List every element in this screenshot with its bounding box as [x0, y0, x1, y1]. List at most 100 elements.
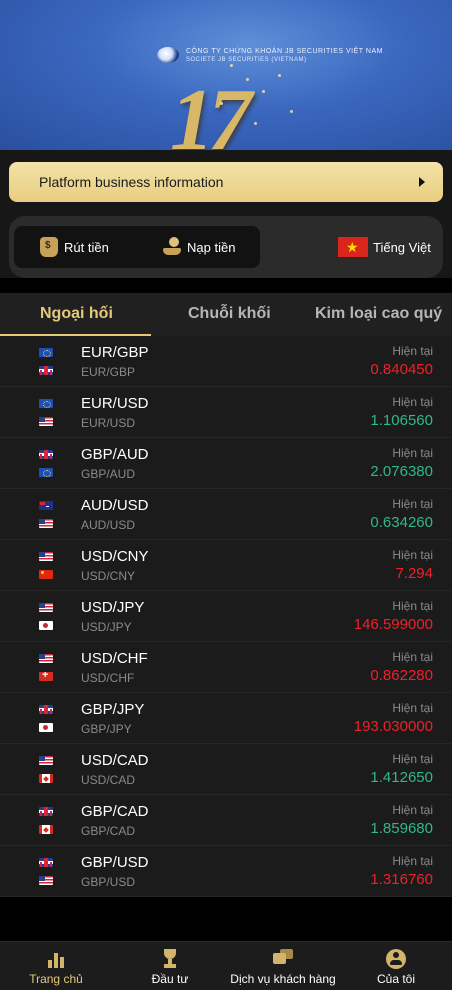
current-label: Hiện tại — [392, 497, 433, 511]
nav-customer-service-label: Dịch vụ khách hàng — [230, 972, 336, 986]
business-info-label: Platform business information — [39, 174, 224, 190]
nav-account[interactable]: Của tôi — [361, 942, 431, 990]
pair-subtitle: EUR/USD — [81, 416, 136, 430]
logo-line2: SOCIETE JB SECURITIES (VIETNAM) — [186, 57, 307, 63]
pair-price: 1.412650 — [370, 769, 433, 786]
pair-name: EUR/USD — [81, 395, 149, 412]
pair-price: 7.294 — [395, 565, 433, 582]
pair-name: USD/CNY — [81, 548, 149, 565]
user-icon — [386, 949, 406, 969]
nav-home[interactable]: Trang chủ — [21, 942, 91, 990]
withdraw-label: Rút tiền — [64, 239, 109, 255]
ch-flag-icon — [39, 672, 53, 681]
pair-subtitle: USD/JPY — [81, 620, 132, 634]
tab-blockchain[interactable]: Chuỗi khối — [188, 305, 271, 323]
current-label: Hiện tại — [392, 395, 433, 409]
current-label: Hiện tại — [392, 650, 433, 664]
current-label: Hiện tại — [392, 548, 433, 562]
pair-price: 2.076380 — [370, 463, 433, 480]
ca-flag-icon — [39, 774, 53, 783]
list-item[interactable]: USD/CAD USD/CAD Hiện tại 1.412650 — [0, 744, 452, 795]
us-flag-icon — [39, 552, 53, 561]
pair-name: EUR/GBP — [81, 344, 149, 361]
gb-flag-icon — [39, 858, 53, 867]
trophy-icon — [160, 949, 180, 969]
pair-name: AUD/USD — [81, 497, 149, 514]
gb-flag-icon — [39, 366, 53, 375]
pair-name: GBP/USD — [81, 854, 149, 871]
money-bag-icon — [40, 237, 58, 257]
jp-flag-icon — [39, 723, 53, 732]
pair-name: USD/CAD — [81, 752, 149, 769]
current-label: Hiện tại — [392, 599, 433, 613]
pair-price: 193.030000 — [353, 718, 433, 735]
pair-subtitle: AUD/USD — [81, 518, 136, 532]
nav-customer-service[interactable]: Dịch vụ khách hàng — [224, 942, 342, 990]
jp-flag-icon — [39, 621, 53, 630]
list-item[interactable]: GBP/AUD GBP/AUD Hiện tại 2.076380 — [0, 438, 452, 489]
gb-flag-icon — [39, 450, 53, 459]
list-item[interactable]: GBP/JPY GBP/JPY Hiện tại 193.030000 — [0, 693, 452, 744]
list-item[interactable]: USD/JPY USD/JPY Hiện tại 146.599000 — [0, 591, 452, 642]
current-label: Hiện tại — [392, 344, 433, 358]
logo-line1: CÔNG TY CHỨNG KHOÁN JB SECURITIES VIỆT N… — [186, 48, 383, 55]
list-item[interactable]: GBP/USD GBP/USD Hiện tại 1.316760 — [0, 846, 452, 897]
anniversary-number: 17 — [170, 72, 252, 150]
pair-price: 146.599000 — [353, 616, 433, 633]
bottom-nav: Trang chủ Đầu tư Dịch vụ khách hàng Của … — [0, 941, 452, 990]
au-flag-icon — [39, 501, 53, 510]
gb-flag-icon — [39, 705, 53, 714]
us-flag-icon — [39, 519, 53, 528]
pair-name: GBP/AUD — [81, 446, 149, 463]
nav-invest[interactable]: Đầu tư — [135, 942, 205, 990]
pair-subtitle: GBP/JPY — [81, 722, 132, 736]
hero-banner: CÔNG TY CHỨNG KHOÁN JB SECURITIES VIỆT N… — [0, 0, 452, 150]
list-item[interactable]: AUD/USD AUD/USD Hiện tại 0.634260 — [0, 489, 452, 540]
pair-name: USD/CHF — [81, 650, 148, 667]
tab-precious-metals[interactable]: Kim loại cao quý — [315, 305, 442, 323]
pair-subtitle: GBP/CAD — [81, 824, 136, 838]
us-flag-icon — [39, 417, 53, 426]
pair-name: GBP/CAD — [81, 803, 149, 820]
current-label: Hiện tại — [392, 701, 433, 715]
list-item[interactable]: USD/CNY USD/CNY Hiện tại 7.294 — [0, 540, 452, 591]
current-label: Hiện tại — [392, 446, 433, 460]
bar-chart-icon — [46, 949, 66, 969]
pair-price: 0.862280 — [370, 667, 433, 684]
pair-price: 1.316760 — [370, 871, 433, 888]
nav-invest-label: Đầu tư — [151, 972, 189, 986]
us-flag-icon — [39, 654, 53, 663]
cn-flag-icon — [39, 570, 53, 579]
language-selector[interactable]: Tiếng Việt — [338, 237, 431, 257]
pair-subtitle: USD/CAD — [81, 773, 136, 787]
pair-price: 1.106560 — [370, 412, 433, 429]
list-item[interactable]: USD/CHF USD/CHF Hiện tại 0.862280 — [0, 642, 452, 693]
current-label: Hiện tại — [392, 752, 433, 766]
deposit-button[interactable]: Nạp tiền — [163, 237, 235, 257]
tab-forex[interactable]: Ngoại hối — [40, 305, 113, 323]
pair-name: GBP/JPY — [81, 701, 145, 718]
us-flag-icon — [39, 756, 53, 765]
pair-price: 0.634260 — [370, 514, 433, 531]
nav-home-label: Trang chủ — [29, 972, 83, 986]
list-item[interactable]: EUR/USD EUR/USD Hiện tại 1.106560 — [0, 387, 452, 438]
company-logo-icon — [157, 47, 179, 63]
list-item[interactable]: EUR/GBP EUR/GBP Hiện tại 0.840450 — [0, 336, 452, 387]
list-item[interactable]: GBP/CAD GBP/CAD Hiện tại 1.859680 — [0, 795, 452, 846]
current-label: Hiện tại — [392, 854, 433, 868]
chat-icon — [273, 949, 293, 969]
coin-hand-icon — [163, 237, 181, 257]
pair-subtitle: EUR/GBP — [81, 365, 136, 379]
nav-account-label: Của tôi — [376, 972, 416, 986]
withdraw-button[interactable]: Rút tiền — [40, 237, 109, 257]
vietnam-flag-icon — [338, 237, 368, 257]
language-label: Tiếng Việt — [373, 239, 431, 255]
chevron-right-icon — [419, 177, 425, 187]
deposit-label: Nạp tiền — [187, 239, 236, 255]
market-tabs: Ngoại hối Chuỗi khối Kim loại cao quý — [0, 293, 452, 336]
currency-pair-list: EUR/GBP EUR/GBP Hiện tại 0.840450 EUR/USD EUR… — [0, 336, 452, 897]
pair-subtitle: USD/CNY — [81, 569, 136, 583]
pair-price: 0.840450 — [370, 361, 433, 378]
ca-flag-icon — [39, 825, 53, 834]
platform-business-info-button[interactable]: Platform business information — [9, 162, 443, 202]
